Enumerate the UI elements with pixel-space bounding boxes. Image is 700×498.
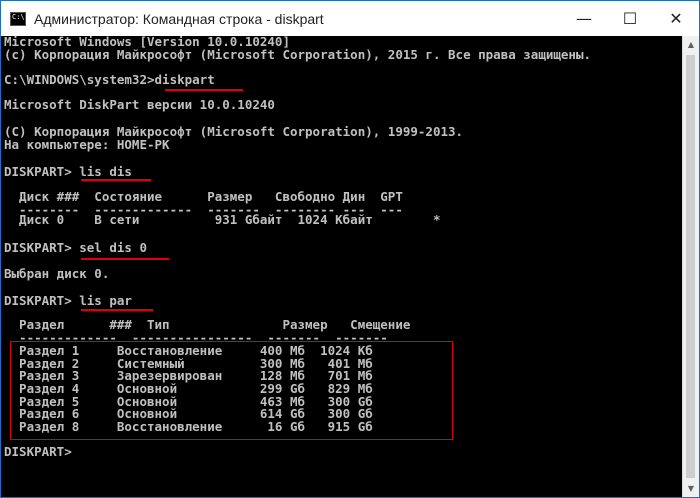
cmd-icon: C:\ (10, 11, 26, 26)
highlight-underline-diskpart (165, 89, 243, 91)
highlight-underline-sel-dis (81, 258, 169, 260)
highlight-underline-lis-dis (81, 179, 151, 181)
close-button[interactable]: ✕ (653, 1, 699, 36)
console-line: DISKPART> lis dis (4, 164, 132, 179)
console-line: Выбран диск 0. (4, 266, 110, 281)
scroll-up-icon[interactable]: ▲ (683, 36, 699, 53)
cmd-window: C:\ Администратор: Командная строка - di… (0, 0, 700, 498)
console-line: DISKPART> sel dis 0 (4, 240, 147, 255)
console-line: (c) Корпорация Майкрософт (Microsoft Cor… (4, 47, 591, 62)
console-line: Диск 0 В сети 931 Gбайт 1024 Кбайт * (4, 212, 441, 227)
console-line: На компьютере: HOME-PK (4, 137, 170, 152)
console-line: C:\WINDOWS\system32>diskpart (4, 72, 215, 87)
console-line: Microsoft DiskPart версии 10.0.10240 (4, 97, 275, 112)
maximize-button[interactable]: ☐ (607, 1, 653, 36)
window-title: Администратор: Командная строка - diskpa… (34, 10, 324, 27)
highlight-box-partitions (10, 341, 453, 440)
highlight-underline-lis-par (81, 309, 153, 311)
console-line: DISKPART> lis par (4, 293, 132, 308)
console-line: DISKPART> (4, 444, 72, 459)
scroll-down-icon[interactable]: ▼ (683, 480, 699, 497)
scroll-thumb[interactable] (686, 55, 695, 478)
vertical-scrollbar[interactable]: ▲ ▼ (682, 36, 699, 497)
minimize-button[interactable]: — (561, 1, 607, 36)
title-bar[interactable]: C:\ Администратор: Командная строка - di… (1, 1, 699, 36)
window-controls: — ☐ ✕ (561, 1, 699, 36)
